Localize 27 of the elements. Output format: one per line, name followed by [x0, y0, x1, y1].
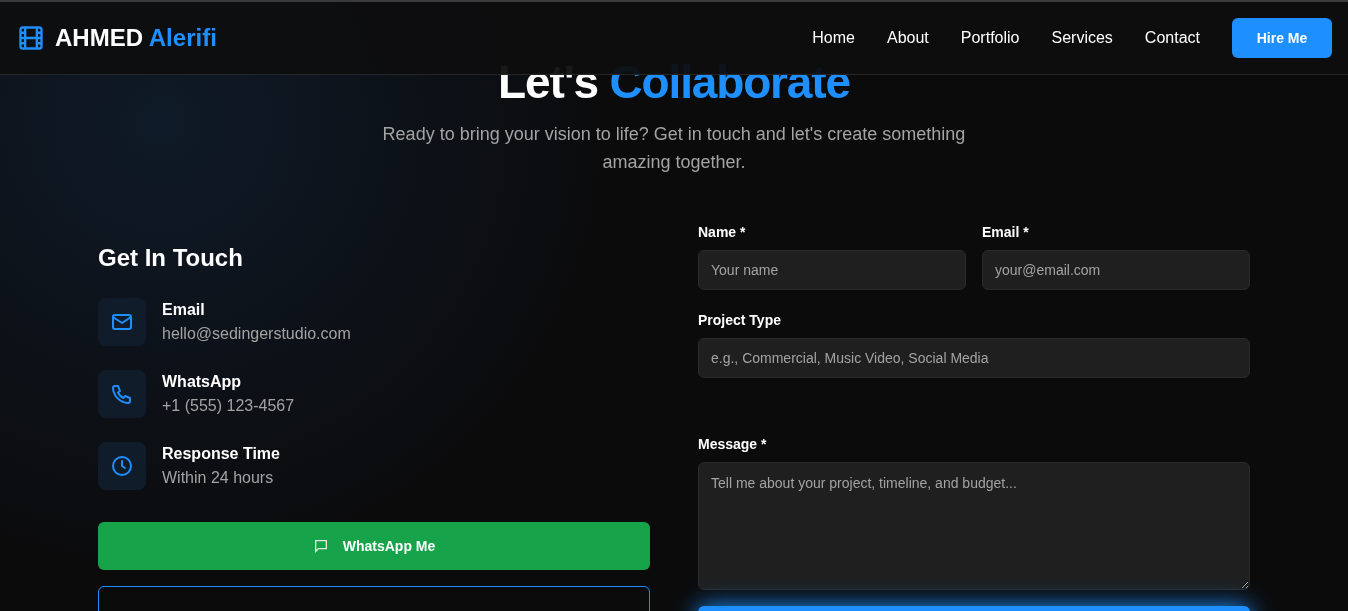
film-icon: [17, 24, 45, 52]
contact-label: Response Time: [162, 444, 280, 464]
contact-value: hello@sedingerstudio.com: [162, 324, 351, 344]
field-label: Name *: [698, 223, 747, 242]
contact-value: +1 (555) 123-4567: [162, 396, 295, 416]
nav-link[interactable]: Services: [1051, 26, 1113, 50]
contact-title: Get In Touch: [98, 243, 244, 273]
nav-link[interactable]: About: [887, 26, 929, 50]
contact-value: Within 24 hours: [162, 468, 275, 488]
input-field[interactable]: Your name: [698, 250, 966, 290]
field-label: Project Type: [698, 311, 782, 330]
field-label: Email *: [982, 223, 1030, 242]
phone-icon: [110, 382, 134, 406]
clock-icon: [110, 454, 134, 478]
chat-bubble-icon: [312, 538, 329, 554]
nav-link[interactable]: Contact: [1144, 26, 1200, 50]
section-heading: Let's Collaborate: [497, 56, 851, 108]
nav-link[interactable]: Portfolio: [960, 26, 1020, 50]
section-subtitle: Ready to bring your vision to life? Get in touch and let's create something amazing together.: [381, 123, 967, 174]
brand-logo[interactable]: AHMED Alerifi: [55, 20, 217, 56]
contact-label: Email: [162, 300, 206, 320]
nav-link[interactable]: Home: [812, 26, 855, 50]
message-field[interactable]: Tell me about your project, timeline, and budget...: [698, 462, 1250, 590]
field-label: Message *: [698, 435, 768, 454]
contact-label: WhatsApp: [162, 372, 243, 392]
input-field[interactable]: e.g., Commercial, Music Video, Social Media: [698, 338, 1250, 378]
input-field[interactable]: your@email.com: [982, 250, 1250, 290]
